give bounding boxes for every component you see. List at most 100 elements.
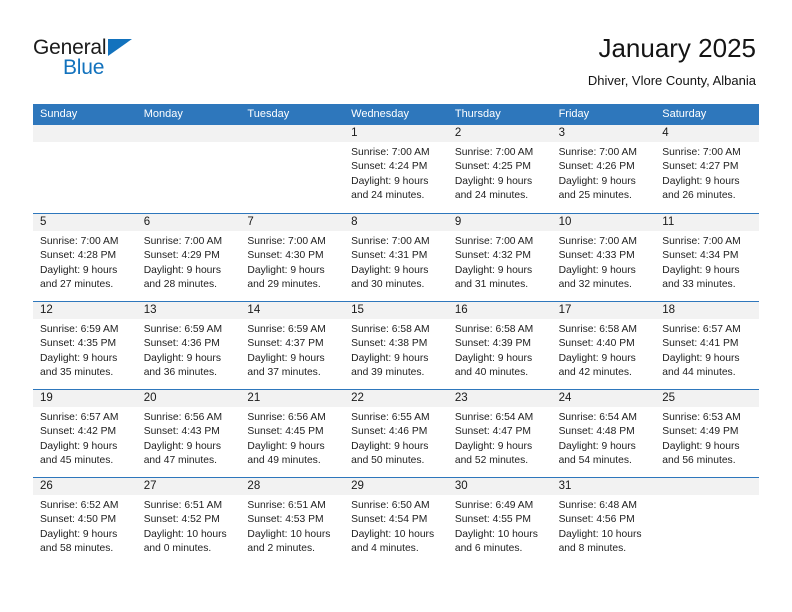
week-row: 5 Sunrise: 7:00 AM Sunset: 4:28 PM Dayli… (33, 213, 759, 301)
day-details: Sunrise: 6:55 AM Sunset: 4:46 PM Dayligh… (344, 407, 448, 468)
day-cell[interactable]: 31 Sunrise: 6:48 AM Sunset: 4:56 PM Dayl… (551, 478, 656, 565)
day-cell[interactable]: 20 Sunrise: 6:56 AM Sunset: 4:43 PM Dayl… (136, 390, 241, 477)
daylight-text-line2: and 30 minutes. (351, 278, 425, 290)
daylight-text-line2: and 49 minutes. (247, 454, 321, 466)
sunset-text: Sunset: 4:47 PM (454, 426, 531, 438)
daylight-text-line1: Daylight: 9 hours (40, 264, 118, 276)
day-cell[interactable]: 24 Sunrise: 6:54 AM Sunset: 4:48 PM Dayl… (551, 390, 656, 477)
day-cell[interactable] (240, 125, 345, 213)
sunset-text: Sunset: 4:42 PM (40, 426, 117, 438)
day-number (240, 125, 345, 142)
day-number: 17 (551, 302, 656, 319)
sunrise-text: Sunrise: 6:48 AM (558, 500, 637, 511)
day-number: 3 (551, 125, 656, 142)
day-cell[interactable]: 5 Sunrise: 7:00 AM Sunset: 4:28 PM Dayli… (33, 214, 137, 301)
daylight-text-line1: Daylight: 9 hours (351, 352, 429, 364)
day-cell[interactable]: 9 Sunrise: 7:00 AM Sunset: 4:32 PM Dayli… (447, 214, 552, 301)
sunset-text: Sunset: 4:41 PM (662, 338, 739, 350)
day-details: Sunrise: 6:57 AM Sunset: 4:41 PM Dayligh… (655, 319, 759, 380)
day-cell[interactable]: 13 Sunrise: 6:59 AM Sunset: 4:36 PM Dayl… (136, 302, 241, 389)
sunset-text: Sunset: 4:55 PM (454, 514, 531, 526)
day-details: Sunrise: 6:52 AM Sunset: 4:50 PM Dayligh… (33, 495, 137, 556)
day-cell[interactable]: 28 Sunrise: 6:51 AM Sunset: 4:53 PM Dayl… (240, 478, 345, 565)
daylight-text-line1: Daylight: 9 hours (454, 440, 533, 452)
title-block: January 2025 Dhiver, Vlore County, Alban… (588, 32, 756, 90)
day-cell[interactable]: 1 Sunrise: 7:00 AM Sunset: 4:24 PM Dayli… (344, 125, 448, 213)
weekday-header-saturday: Saturday (662, 108, 707, 120)
day-cell[interactable]: 27 Sunrise: 6:51 AM Sunset: 4:52 PM Dayl… (136, 478, 241, 565)
day-cell[interactable]: 11 Sunrise: 7:00 AM Sunset: 4:34 PM Dayl… (655, 214, 759, 301)
daylight-text-line1: Daylight: 9 hours (351, 264, 429, 276)
daylight-text-line2: and 52 minutes. (454, 454, 529, 466)
sunset-text: Sunset: 4:38 PM (351, 338, 428, 350)
day-cell[interactable]: 30 Sunrise: 6:49 AM Sunset: 4:55 PM Dayl… (447, 478, 552, 565)
daylight-text-line2: and 6 minutes. (454, 542, 523, 554)
day-cell[interactable] (655, 478, 759, 565)
day-details: Sunrise: 7:00 AM Sunset: 4:25 PM Dayligh… (448, 142, 552, 203)
day-cell[interactable]: 15 Sunrise: 6:58 AM Sunset: 4:38 PM Dayl… (344, 302, 448, 389)
day-cell[interactable]: 2 Sunrise: 7:00 AM Sunset: 4:25 PM Dayli… (447, 125, 552, 213)
day-cell[interactable]: 12 Sunrise: 6:59 AM Sunset: 4:35 PM Dayl… (33, 302, 137, 389)
day-cell[interactable] (136, 125, 241, 213)
day-details: Sunrise: 7:00 AM Sunset: 4:33 PM Dayligh… (552, 231, 656, 292)
day-cell[interactable]: 18 Sunrise: 6:57 AM Sunset: 4:41 PM Dayl… (655, 302, 759, 389)
daylight-text-line1: Daylight: 9 hours (454, 352, 533, 364)
sunset-text: Sunset: 4:36 PM (143, 338, 220, 350)
sunset-text: Sunset: 4:31 PM (351, 250, 428, 262)
day-cell[interactable]: 23 Sunrise: 6:54 AM Sunset: 4:47 PM Dayl… (447, 390, 552, 477)
sunset-text: Sunset: 4:34 PM (662, 250, 739, 262)
daylight-text-line2: and 26 minutes. (662, 189, 736, 201)
day-number: 25 (655, 390, 759, 407)
day-cell[interactable]: 3 Sunrise: 7:00 AM Sunset: 4:26 PM Dayli… (551, 125, 656, 213)
day-cell[interactable]: 10 Sunrise: 7:00 AM Sunset: 4:33 PM Dayl… (551, 214, 656, 301)
day-number: 26 (33, 478, 137, 495)
day-number: 21 (240, 390, 345, 407)
generalblue-logo[interactable]: General Blue (33, 36, 163, 82)
day-cell[interactable]: 19 Sunrise: 6:57 AM Sunset: 4:42 PM Dayl… (33, 390, 137, 477)
day-number: 10 (551, 214, 656, 231)
daylight-text-line2: and 44 minutes. (662, 366, 736, 378)
day-cell[interactable]: 22 Sunrise: 6:55 AM Sunset: 4:46 PM Dayl… (344, 390, 448, 477)
day-cell[interactable]: 26 Sunrise: 6:52 AM Sunset: 4:50 PM Dayl… (33, 478, 137, 565)
day-number: 12 (33, 302, 137, 319)
day-cell[interactable]: 6 Sunrise: 7:00 AM Sunset: 4:29 PM Dayli… (136, 214, 241, 301)
sunrise-text: Sunrise: 6:56 AM (247, 412, 326, 423)
week-row: 1 Sunrise: 7:00 AM Sunset: 4:24 PM Dayli… (33, 125, 759, 213)
day-number: 7 (240, 214, 345, 231)
sunset-text: Sunset: 4:39 PM (454, 338, 531, 350)
day-cell[interactable]: 21 Sunrise: 6:56 AM Sunset: 4:45 PM Dayl… (240, 390, 345, 477)
sunset-text: Sunset: 4:24 PM (351, 161, 428, 173)
sunrise-text: Sunrise: 6:53 AM (662, 412, 741, 423)
day-cell[interactable]: 7 Sunrise: 7:00 AM Sunset: 4:30 PM Dayli… (240, 214, 345, 301)
day-cell[interactable]: 16 Sunrise: 6:58 AM Sunset: 4:39 PM Dayl… (447, 302, 552, 389)
day-cell[interactable]: 17 Sunrise: 6:58 AM Sunset: 4:40 PM Dayl… (551, 302, 656, 389)
sunrise-text: Sunrise: 7:00 AM (454, 147, 534, 158)
daylight-text-line2: and 4 minutes. (351, 542, 419, 554)
triangle-icon (108, 39, 132, 56)
week-row: 26 Sunrise: 6:52 AM Sunset: 4:50 PM Dayl… (33, 477, 759, 565)
day-number: 1 (344, 125, 448, 142)
daylight-text-line2: and 31 minutes. (454, 278, 529, 290)
day-details: Sunrise: 7:00 AM Sunset: 4:29 PM Dayligh… (137, 231, 241, 292)
daylight-text-line1: Daylight: 9 hours (143, 440, 221, 452)
daylight-text-line1: Daylight: 9 hours (247, 264, 325, 276)
daylight-text-line1: Daylight: 9 hours (558, 264, 636, 276)
sunset-text: Sunset: 4:43 PM (143, 426, 220, 438)
day-details: Sunrise: 6:58 AM Sunset: 4:40 PM Dayligh… (552, 319, 656, 380)
day-cell[interactable]: 14 Sunrise: 6:59 AM Sunset: 4:37 PM Dayl… (240, 302, 345, 389)
daylight-text-line2: and 2 minutes. (247, 542, 315, 554)
day-number (655, 478, 759, 495)
day-cell[interactable] (33, 125, 137, 213)
day-cell[interactable]: 29 Sunrise: 6:50 AM Sunset: 4:54 PM Dayl… (344, 478, 448, 565)
weekday-header-row: Sunday Monday Tuesday Wednesday Thursday… (33, 104, 759, 125)
daylight-text-line1: Daylight: 9 hours (662, 175, 740, 187)
day-cell[interactable]: 8 Sunrise: 7:00 AM Sunset: 4:31 PM Dayli… (344, 214, 448, 301)
daylight-text-line1: Daylight: 10 hours (454, 528, 538, 540)
sunset-text: Sunset: 4:28 PM (40, 250, 117, 262)
day-cell[interactable]: 25 Sunrise: 6:53 AM Sunset: 4:49 PM Dayl… (655, 390, 759, 477)
daylight-text-line2: and 54 minutes. (558, 454, 632, 466)
daylight-text-line1: Daylight: 10 hours (351, 528, 435, 540)
day-cell[interactable]: 4 Sunrise: 7:00 AM Sunset: 4:27 PM Dayli… (655, 125, 759, 213)
day-details: Sunrise: 6:51 AM Sunset: 4:52 PM Dayligh… (137, 495, 241, 556)
day-details: Sunrise: 6:50 AM Sunset: 4:54 PM Dayligh… (344, 495, 448, 556)
